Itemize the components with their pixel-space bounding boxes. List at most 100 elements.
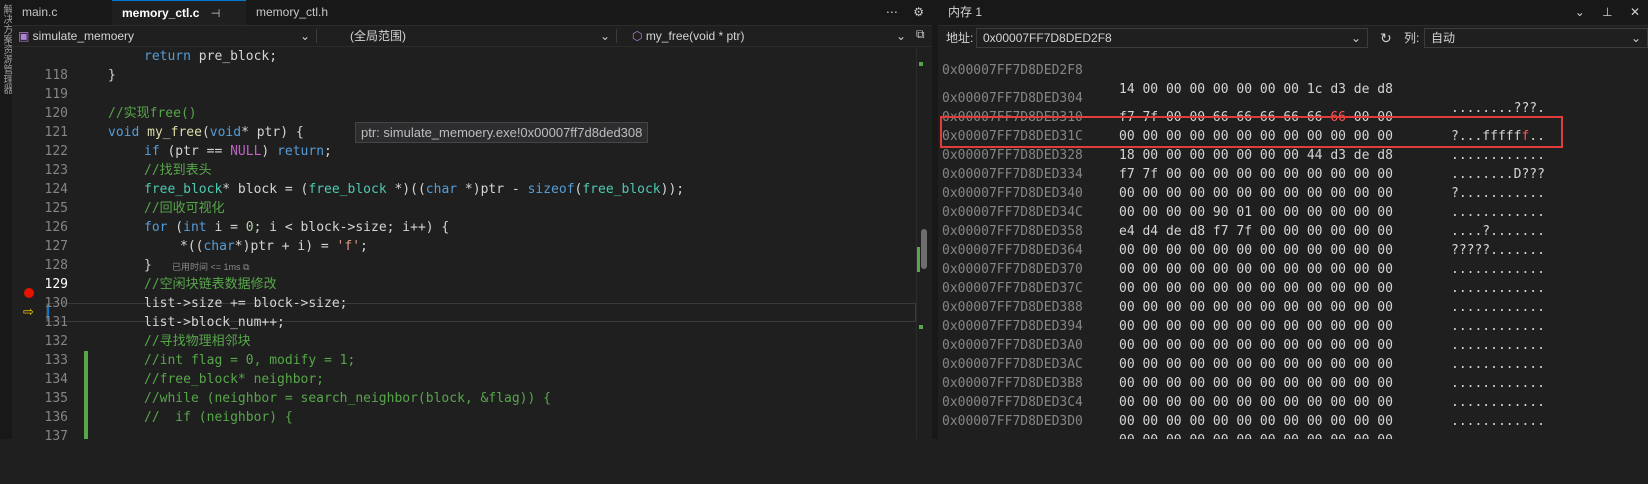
code-token: )); [660, 182, 685, 197]
memory-row[interactable]: 0x00007FF7D8DED334 00 00 00 00 00 00 00 … [938, 146, 1648, 220]
memory-row[interactable]: 0x00007FF7D8DED34C e4 d4 de d8 f7 7f 00 … [938, 184, 1648, 258]
code-line: 131 list->size += block->size; [12, 294, 912, 330]
project-icon: ▣ [18, 29, 33, 43]
code-token: i = [206, 220, 246, 235]
code-token: free_block [144, 182, 223, 197]
code-token: return [277, 144, 325, 159]
code-token: *(( [180, 239, 204, 254]
highlight-annotation-box [940, 116, 1563, 148]
memory-row[interactable]: 0x00007FF7D8DED364 00 00 00 00 00 00 00 … [938, 222, 1648, 296]
tab-toolbar: ⋯ ⚙ [874, 0, 924, 25]
code-token: return [144, 49, 191, 64]
scope-name: (全局范围) [350, 29, 406, 43]
code-token: 'f' [336, 239, 361, 254]
scroll-marker [919, 325, 923, 329]
code-line: 119 } [12, 66, 912, 102]
code-line: 124 //找到表头 [12, 161, 912, 197]
tab-memory-ctl-h[interactable]: memory_ctl.h [246, 0, 366, 25]
memory-row[interactable]: 0x00007FF7D8DED388 00 00 00 00 00 00 00 … [938, 279, 1648, 353]
performance-icon[interactable]: ⧉ [243, 262, 249, 272]
code-line: 118 return pre_block; [12, 47, 912, 83]
memory-row[interactable]: 0x00007FF7D8DED304 f7 7f 00 00 66 66 66 … [938, 70, 1648, 144]
tab-memory-ctl-c[interactable]: memory_ctl.c ⊣ ✕ [112, 0, 246, 46]
code-token: free_block [582, 182, 661, 197]
code-token: int [183, 220, 207, 235]
split-editor-icon[interactable]: ⧉ [916, 27, 925, 42]
settings-icon[interactable]: ⚙ [913, 5, 924, 19]
memory-row[interactable]: 0x00007FF7D8DED37C 00 00 00 00 00 00 00 … [938, 260, 1648, 334]
tab-label: memory_ctl.h [256, 5, 329, 19]
tab-main-c[interactable]: main.c [12, 0, 112, 25]
scroll-thumb[interactable] [921, 229, 927, 269]
elapsed-label: 已用时间 <= 1ms [172, 262, 241, 272]
pin-icon[interactable]: ⊥ [1602, 5, 1612, 19]
memory-bytes: 00 00 00 00 00 00 00 00 00 00 00 00 [1119, 414, 1393, 429]
memory-row[interactable]: 0x00007FF7D8DED394 00 00 00 00 00 00 00 … [938, 298, 1648, 372]
memory-grid[interactable]: 0x00007FF7D8DED2F8 14 00 00 00 00 00 00 … [938, 50, 1648, 439]
memory-row[interactable]: 0x00007FF7D8DED310 00 00 00 00 00 00 00 … [938, 89, 1648, 163]
memory-row[interactable]: 0x00007FF7D8DED3A0 00 00 00 00 00 00 00 … [938, 317, 1648, 391]
code-line: 134 //int flag = 0, modify = 1; [12, 351, 912, 387]
memory-row[interactable]: 0x00007FF7D8DED3B8 00 00 00 00 00 00 00 … [938, 355, 1648, 429]
code-comment: //回收可视化 [144, 201, 225, 216]
memory-row[interactable]: 0x00007FF7D8DED3C4 00 00 00 00 00 00 00 … [938, 374, 1648, 439]
columns-label: 列: [1404, 31, 1420, 45]
memory-window: 内存 1 ⌄ ⊥ ✕ 地址: 0x00007FF7D8DED2F8 ⌄ ↻ 列:… [938, 0, 1648, 439]
editor-scrollbar[interactable] [916, 47, 931, 439]
memory-bytes: 00 00 00 00 00 00 00 00 00 00 00 00 [1119, 431, 1393, 439]
code-token: ; i < block->size; i++) { [253, 220, 450, 235]
code-line: 129 } [12, 256, 912, 292]
code-comment: //寻找物理相邻块 [144, 334, 251, 349]
function-dropdown[interactable]: ⬡ my_free(void * ptr) ⌄ [622, 27, 912, 45]
code-token: my_free [147, 125, 202, 140]
code-line: 126 //回收可视化 [12, 199, 912, 235]
chevron-down-icon: ⌄ [895, 29, 906, 43]
address-input[interactable]: 0x00007FF7D8DED2F8 ⌄ [976, 28, 1368, 48]
code-comment: //while (neighbor = search_neighbor(bloc… [144, 391, 551, 406]
code-line: 135 //free_block* neighbor; [12, 370, 912, 406]
code-token: ( [167, 220, 184, 235]
code-token: if [144, 144, 160, 159]
chevron-down-icon: ⌄ [599, 29, 610, 43]
code-line: 130 //空闲块链表数据修改 [12, 275, 912, 311]
function-name: my_free(void * ptr) [645, 29, 745, 43]
code-comment: //找到表头 [144, 163, 212, 178]
project-dropdown[interactable]: ▣ simulate_memoery ⌄ [12, 27, 317, 45]
code-line: 132 list->block_num++; [12, 313, 912, 349]
columns-dropdown[interactable]: 自动 ⌄ [1424, 28, 1648, 48]
memory-ascii: ............ [1451, 431, 1545, 439]
memory-row[interactable]: 0x00007FF7D8DED2F8 14 00 00 00 00 00 00 … [938, 50, 1648, 116]
function-icon: ⬡ [632, 29, 646, 43]
side-tab-label: 解决方案资源管理器 [1, 4, 12, 94]
data-tip[interactable]: ptr: simulate_memoery.exe!0x00007ff7d8de… [355, 122, 649, 143]
memory-row[interactable]: 0x00007FF7D8DED3AC 00 00 00 00 00 00 00 … [938, 336, 1648, 410]
chevron-down-icon: ⌄ [299, 29, 310, 43]
line-number: 137 [44, 429, 68, 444]
pin-icon[interactable]: ⊣ [211, 8, 221, 20]
code-token: * block = ( [222, 182, 309, 197]
scope-dropdown[interactable]: (全局范围) ⌄ [320, 27, 617, 45]
more-icon[interactable]: ⋯ [886, 5, 898, 19]
code-editor-pane: main.c memory_ctl.c ⊣ ✕ memory_ctl.h ⋯ ⚙… [12, 0, 932, 444]
memory-row[interactable]: 0x00007FF7D8DED370 00 00 00 00 00 00 00 … [938, 241, 1648, 315]
code-line: 125 free_block* block = (free_block *)((… [12, 180, 912, 216]
memory-row[interactable]: 0x00007FF7D8DED340 00 00 00 00 90 01 00 … [938, 165, 1648, 239]
close-icon[interactable]: ✕ [1630, 5, 1640, 19]
memory-row[interactable]: 0x00007FF7D8DED3D0 00 00 00 00 00 00 00 … [938, 393, 1648, 439]
code-line: 123 if (ptr == NULL) return; [12, 142, 912, 178]
code-token: sizeof [527, 182, 575, 197]
code-line: 120 [12, 85, 912, 121]
code-token: void [209, 125, 242, 140]
code-comment: // if (neighbor) { [144, 410, 293, 425]
chevron-down-icon[interactable]: ⌄ [1575, 5, 1585, 19]
scroll-marker [919, 62, 923, 66]
memory-window-title: 内存 1 [948, 5, 983, 19]
refresh-icon[interactable]: ↻ [1380, 27, 1392, 49]
chevron-down-icon[interactable]: ⌄ [1351, 29, 1361, 47]
code-token: * ptr) { [241, 125, 304, 140]
code-area[interactable]: ⇨ 118 return pre_block; 119 } 120 121 //… [12, 47, 932, 444]
code-token: free_block [308, 182, 387, 197]
code-token: char [425, 182, 458, 197]
code-token: list->size += block->size; [144, 296, 348, 311]
memory-row[interactable]: 0x00007FF7D8DED358 00 00 00 00 00 00 00 … [938, 203, 1648, 277]
